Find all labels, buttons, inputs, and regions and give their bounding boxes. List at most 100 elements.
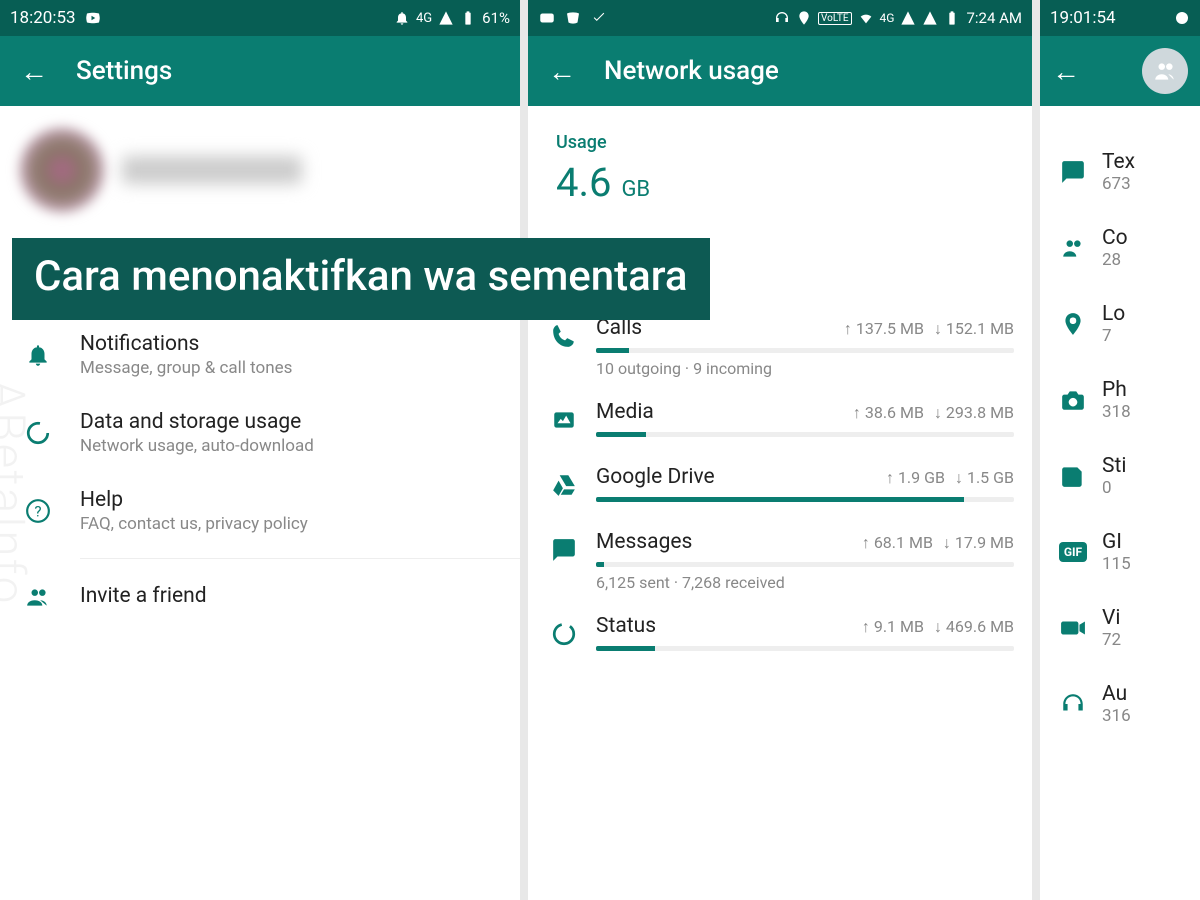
item-title: Data and storage usage bbox=[80, 410, 314, 434]
storage-row-contacts[interactable]: Co28 bbox=[1040, 210, 1200, 286]
mute-icon bbox=[394, 10, 410, 26]
back-button[interactable]: ← bbox=[20, 55, 48, 88]
usage-stats: ↑ 1.9 GB↓ 1.5 GB bbox=[886, 468, 1014, 488]
camera-icon bbox=[1060, 386, 1086, 414]
article-title-overlay: Cara menonaktifkan wa sementara bbox=[12, 238, 710, 320]
page-title: Network usage bbox=[604, 56, 779, 86]
storage-row-photos[interactable]: Ph318 bbox=[1040, 362, 1200, 438]
usage-row-status[interactable]: Status ↑ 9.1 MB↓ 469.6 MB bbox=[528, 604, 1032, 669]
signal-icon bbox=[438, 10, 454, 26]
status-time: 19:01:54 bbox=[1050, 8, 1116, 28]
usage-stats: ↑ 68.1 MB↓ 17.9 MB bbox=[862, 533, 1014, 553]
storage-row-stickers[interactable]: Sti0 bbox=[1040, 438, 1200, 514]
volte-icon: VoLTE bbox=[818, 12, 852, 25]
back-button[interactable]: ← bbox=[548, 55, 576, 88]
usage-bar bbox=[596, 646, 1014, 651]
usage-stats: ↑ 9.1 MB↓ 469.6 MB bbox=[862, 617, 1014, 637]
storage-row-video[interactable]: Vi72 bbox=[1040, 590, 1200, 666]
settings-item-invite[interactable]: Invite a friend bbox=[0, 567, 520, 627]
status-network: 4G bbox=[416, 11, 432, 26]
settings-item-notifications[interactable]: NotificationsMessage, group & call tones bbox=[0, 316, 520, 394]
usage-bar bbox=[596, 432, 1014, 437]
status-time: 7:24 AM bbox=[966, 9, 1022, 27]
usage-name: Google Drive bbox=[596, 465, 715, 489]
location-icon bbox=[1060, 310, 1086, 338]
message-icon bbox=[1060, 158, 1086, 186]
avatar bbox=[20, 128, 104, 212]
usage-label: Usage bbox=[556, 132, 1010, 153]
app-bar: ← bbox=[1040, 36, 1200, 106]
status-network: 4G bbox=[880, 11, 895, 25]
storage-row-audio[interactable]: Au316 bbox=[1040, 666, 1200, 742]
discord-icon bbox=[564, 9, 582, 27]
usage-bar bbox=[596, 562, 1014, 567]
invite-icon bbox=[24, 583, 52, 611]
usage-detail: 10 outgoing · 9 incoming bbox=[596, 359, 1014, 378]
help-icon: ? bbox=[24, 497, 52, 525]
usage-bar bbox=[596, 497, 1014, 502]
usage-list: Calls ↑ 137.5 MB↓ 152.1 MB 10 outgoing · … bbox=[528, 306, 1032, 669]
app-bar: ← Network usage bbox=[528, 36, 1032, 106]
storage-list: Tex673 Co28 Lo7 Ph318 Sti0 GIFGI115 Vi72… bbox=[1040, 134, 1200, 742]
divider bbox=[80, 558, 520, 559]
youtube-icon bbox=[538, 9, 556, 27]
phone-storage: 19:01:54 ← Tex673 Co28 Lo7 Ph318 Sti0 GI… bbox=[1040, 0, 1200, 900]
battery-icon bbox=[460, 10, 476, 26]
item-title: Notifications bbox=[80, 332, 292, 356]
status-time: 18:20:53 bbox=[10, 8, 76, 28]
item-subtitle: Network usage, auto-download bbox=[80, 436, 314, 456]
usage-bar bbox=[596, 348, 1014, 353]
video-icon bbox=[1060, 614, 1086, 642]
back-button[interactable]: ← bbox=[1052, 55, 1080, 88]
phone-settings: 18:20:53 4G 61% ← Settings ChatsBackup, … bbox=[0, 0, 520, 900]
status-bar: VoLTE 4G 7:24 AM bbox=[528, 0, 1032, 36]
app-bar: ← Settings bbox=[0, 36, 520, 106]
storage-row-gif[interactable]: GIFGI115 bbox=[1040, 514, 1200, 590]
item-title: Help bbox=[80, 488, 308, 512]
usage-name: Calls bbox=[596, 316, 642, 340]
audio-icon bbox=[1060, 690, 1086, 718]
settings-item-help[interactable]: ? HelpFAQ, contact us, privacy policy bbox=[0, 472, 520, 550]
phone-network-usage: VoLTE 4G 7:24 AM ← Network usage Usage 4… bbox=[528, 0, 1032, 900]
group-avatar[interactable] bbox=[1142, 48, 1188, 94]
status-bar: 18:20:53 4G 61% bbox=[0, 0, 520, 36]
item-subtitle: Message, group & call tones bbox=[80, 358, 292, 378]
usage-name: Media bbox=[596, 400, 654, 424]
usage-total: 4.6 GB bbox=[556, 159, 1010, 206]
location-icon bbox=[796, 10, 812, 26]
usage-stats: ↑ 38.6 MB↓ 293.8 MB bbox=[853, 403, 1014, 423]
storage-row-text[interactable]: Tex673 bbox=[1040, 134, 1200, 210]
wifi-icon bbox=[858, 10, 874, 26]
signal-icon-2 bbox=[922, 10, 938, 26]
usage-row-messages[interactable]: Messages ↑ 68.1 MB↓ 17.9 MB 6,125 sent · … bbox=[528, 520, 1032, 604]
item-title: Invite a friend bbox=[80, 584, 207, 608]
usage-row-drive[interactable]: Google Drive ↑ 1.9 GB↓ 1.5 GB bbox=[528, 455, 1032, 520]
usage-detail: 6,125 sent · 7,268 received bbox=[596, 573, 1014, 592]
battery-icon bbox=[944, 10, 960, 26]
usage-row-media[interactable]: Media ↑ 38.6 MB↓ 293.8 MB bbox=[528, 390, 1032, 455]
usage-name: Status bbox=[596, 614, 656, 638]
app-icon bbox=[1174, 10, 1190, 26]
call-icon bbox=[550, 322, 578, 350]
drive-icon bbox=[550, 471, 578, 499]
storage-row-location[interactable]: Lo7 bbox=[1040, 286, 1200, 362]
gif-icon: GIF bbox=[1060, 538, 1086, 566]
status-icon bbox=[550, 620, 578, 648]
profile-row[interactable] bbox=[0, 106, 520, 238]
signal-icon bbox=[900, 10, 916, 26]
usage-name: Messages bbox=[596, 530, 692, 554]
svg-text:?: ? bbox=[34, 502, 41, 520]
status-battery: 61% bbox=[482, 9, 510, 27]
youtube-icon bbox=[84, 9, 102, 27]
item-subtitle: FAQ, contact us, privacy policy bbox=[80, 514, 308, 534]
usage-stats: ↑ 137.5 MB↓ 152.1 MB bbox=[844, 319, 1014, 339]
media-icon bbox=[550, 406, 578, 434]
sticker-icon bbox=[1060, 462, 1086, 490]
status-bar: 19:01:54 bbox=[1040, 0, 1200, 36]
check-icon bbox=[590, 9, 608, 27]
headphones-icon bbox=[774, 10, 790, 26]
settings-item-data[interactable]: Data and storage usageNetwork usage, aut… bbox=[0, 394, 520, 472]
profile-name-blurred bbox=[122, 156, 302, 184]
bell-icon bbox=[24, 341, 52, 369]
contacts-icon bbox=[1060, 234, 1086, 262]
